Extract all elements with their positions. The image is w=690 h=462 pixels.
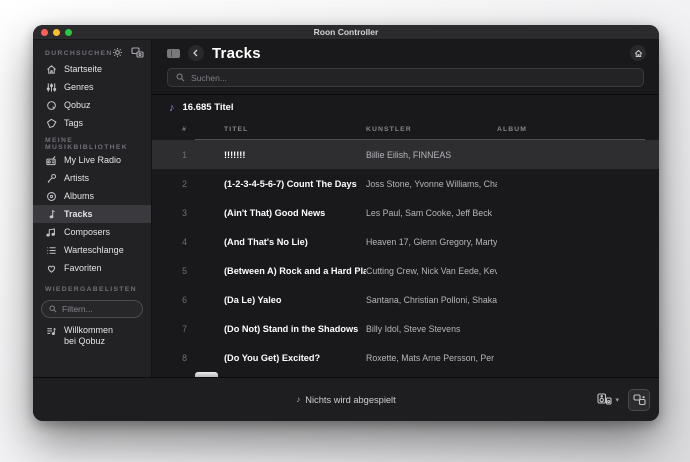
sidebar-item-composers[interactable]: Composers [33, 223, 151, 241]
app-window: Roon Controller D [33, 25, 659, 421]
sidebar-item-warteschlange[interactable]: Warteschlange [33, 241, 151, 259]
sidebar-item-my-live-radio[interactable]: My Live Radio [33, 151, 151, 169]
window-title: Roon Controller [314, 27, 379, 37]
sidebar-item-label: Tags [64, 118, 83, 128]
sidebar-item-label: Favoriten [64, 263, 102, 273]
home-button[interactable] [630, 45, 646, 61]
zone-picker-button[interactable]: ▾ [597, 393, 619, 406]
sidebar-item-tracks[interactable]: Tracks [33, 205, 151, 223]
table-header: # TITEL KÜNSTLER ALBUM [152, 120, 659, 139]
zoom-window-button[interactable] [65, 29, 72, 36]
playlist-filter-input[interactable]: Filtern... [41, 300, 143, 318]
track-row-3[interactable]: 3 (Ain't That) Good News Les Paul, Sam C… [152, 198, 659, 227]
track-artist: Santana, Christian Polloni, Shakara Mute… [366, 295, 497, 305]
qobuz-icon [45, 100, 57, 111]
section-library-label: MEINE MUSIKBIBLIOTHEK [33, 137, 151, 151]
column-album[interactable]: ALBUM [497, 126, 645, 133]
search-input[interactable]: Suchen... [167, 68, 644, 87]
track-row-5[interactable]: 5 (Between A) Rock and a Hard Place Cutt… [152, 256, 659, 285]
track-title: (And That's No Lie) [224, 237, 366, 247]
radio-icon [45, 155, 57, 166]
sidebar-item-qobuz[interactable]: Qobuz [33, 96, 151, 114]
playlist-icon [45, 326, 57, 337]
track-artist: Billie Eilish, FINNEAS [366, 150, 497, 160]
sidebar-item-label: Genres [64, 82, 94, 92]
now-playing-bar: ♪ Nichts wird abgespielt ▾ [33, 377, 659, 421]
sidebar-toggle-icon[interactable] [167, 49, 180, 58]
sidebar-item-label: Warteschlange [64, 245, 124, 255]
tag-icon [45, 118, 57, 129]
sidebar-item-label: Startseite [64, 64, 102, 74]
track-artist: Roxette, Mats Arne Persson, Per Gessle [366, 353, 497, 363]
traffic-lights [41, 25, 72, 39]
column-number[interactable]: # [152, 126, 195, 133]
sidebar-item-label: Artists [64, 173, 89, 183]
sidebar: DURCHSUCHEN Startseite [33, 40, 152, 377]
column-title[interactable]: TITEL [224, 126, 366, 133]
minimize-window-button[interactable] [53, 29, 60, 36]
note-icon: ♪ [296, 395, 300, 404]
track-row-7[interactable]: 7 (Do Not) Stand in the Shadows Billy Id… [152, 314, 659, 343]
page-header: Tracks [152, 40, 659, 66]
now-playing-status: ♪ Nichts wird abgespielt [296, 395, 395, 405]
track-artist: Joss Stone, Yvonne Williams, Charlie Fox… [366, 179, 497, 189]
zones-icon[interactable] [130, 46, 145, 59]
track-artist: Les Paul, Sam Cooke, Jeff Beck [366, 208, 497, 218]
home-icon [45, 64, 57, 75]
settings-gear-icon[interactable] [110, 46, 125, 59]
back-button[interactable] [188, 45, 204, 61]
disc-icon [45, 191, 57, 202]
filter-placeholder: Filtern... [62, 304, 93, 314]
sidebar-item-genres[interactable]: Genres [33, 78, 151, 96]
track-title: (1-2-3-4-5-6-7) Count The Days [224, 179, 366, 189]
close-window-button[interactable] [41, 29, 48, 36]
double-note-icon [45, 227, 57, 238]
sidebar-item-artists[interactable]: Artists [33, 169, 151, 187]
track-row-6[interactable]: 6 (Da Le) Yaleo Santana, Christian Pollo… [152, 285, 659, 314]
genres-sliders-icon [45, 82, 57, 93]
track-title: (Da Le) Yaleo [224, 295, 366, 305]
section-playlists-label: WIEDERGABELISTEN [33, 282, 151, 296]
track-title: (Between A) Rock and a Hard Place [224, 266, 366, 276]
page-title: Tracks [212, 45, 261, 62]
track-artist: Heaven 17, Glenn Gregory, Martyn Ware, I… [366, 237, 497, 247]
sidebar-item-tags[interactable]: Tags [33, 114, 151, 132]
chevron-down-icon: ▾ [615, 396, 619, 404]
music-note-icon [45, 209, 57, 220]
heart-icon [45, 263, 57, 274]
track-count: ♪ 16.685 Titel [152, 95, 659, 120]
search-icon [176, 73, 185, 82]
track-count-note-icon: ♪ [169, 102, 175, 114]
sidebar-item-label: Tracks [64, 209, 93, 219]
main-content: Tracks Suchen... [152, 40, 659, 377]
track-artist: Billy Idol, Steve Stevens [366, 324, 497, 334]
track-title: (Do Not) Stand in the Shadows [224, 324, 366, 334]
sidebar-item-label: Composers [64, 227, 110, 237]
track-artist: Cutting Crew, Nick Van Eede, Kevin MacM.… [366, 266, 497, 276]
column-artist[interactable]: KÜNSTLER [366, 126, 497, 133]
sidebar-item-label: Qobuz [64, 100, 91, 110]
track-row-4[interactable]: 4 (And That's No Lie) Heaven 17, Glenn G… [152, 227, 659, 256]
titlebar: Roon Controller [33, 25, 659, 40]
track-row-2[interactable]: 2 (1-2-3-4-5-6-7) Count The Days Joss St… [152, 169, 659, 198]
track-title: (Do You Get) Excited? [224, 353, 366, 363]
microphone-icon [45, 173, 57, 184]
queue-list-icon [45, 245, 57, 256]
track-row-8[interactable]: 8 (Do You Get) Excited? Roxette, Mats Ar… [152, 343, 659, 372]
zone-transfer-button[interactable] [628, 389, 650, 411]
track-title: !!!!!!! [224, 150, 366, 160]
track-count-label: 16.685 Titel [183, 102, 234, 113]
sidebar-item-favoriten[interactable]: Favoriten [33, 259, 151, 277]
track-title: (Ain't That) Good News [224, 208, 366, 218]
sidebar-item-startseite[interactable]: Startseite [33, 60, 151, 78]
sidebar-item-label: Albums [64, 191, 94, 201]
playlist-label: Willkommen bei Qobuz [64, 325, 113, 347]
track-list: 1 !!!!!!! Billie Eilish, FINNEAS 2 (1-2-… [152, 140, 659, 377]
sidebar-item-albums[interactable]: Albums [33, 187, 151, 205]
track-row-1[interactable]: 1 !!!!!!! Billie Eilish, FINNEAS [152, 140, 659, 169]
search-placeholder: Suchen... [191, 73, 227, 83]
sidebar-item-label: My Live Radio [64, 155, 121, 165]
playlist-item-willkommen-bei-qobuz[interactable]: Willkommen bei Qobuz [33, 325, 151, 347]
search-icon [49, 305, 57, 313]
